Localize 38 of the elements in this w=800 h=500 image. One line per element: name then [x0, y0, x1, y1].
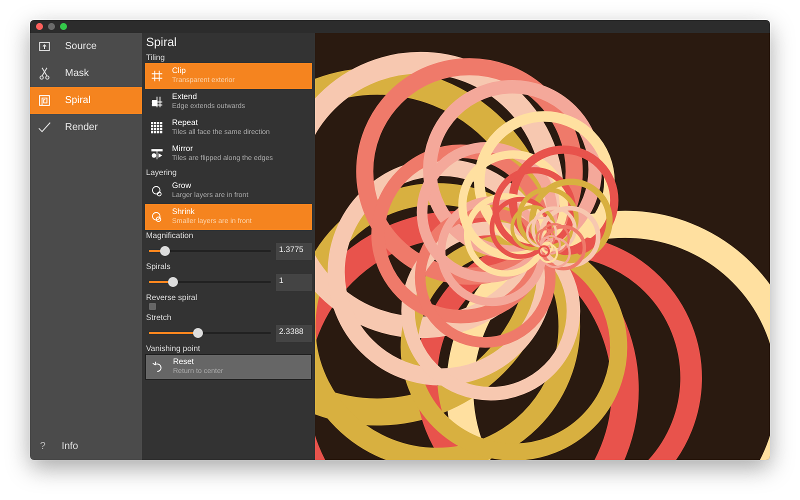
scissors-icon: [38, 67, 51, 80]
zoom-button[interactable]: [60, 23, 67, 30]
option-title: Repeat: [172, 118, 199, 128]
control-label: Spirals: [146, 262, 172, 271]
section-heading: Tiling: [146, 53, 166, 62]
dot-grid-icon: [151, 122, 163, 134]
option-title: Extend: [172, 92, 198, 102]
spiral-icon: [38, 94, 51, 107]
option-title: Clip: [172, 66, 187, 76]
help-icon[interactable]: ?: [40, 441, 46, 452]
circles-icon: [151, 211, 163, 223]
section-heading: Layering: [146, 168, 178, 177]
sidebar-item[interactable]: Mask: [30, 60, 142, 87]
minimize-button[interactable]: [48, 23, 55, 30]
control-label: Reverse spiral: [146, 293, 198, 302]
grid-square-icon: [151, 96, 163, 108]
circles-icon: [151, 185, 163, 197]
option-title: Grow: [172, 181, 192, 191]
checkbox[interactable]: [149, 303, 156, 310]
option-title: Mirror: [172, 144, 194, 154]
value-field[interactable]: 1.3775: [276, 242, 312, 260]
checkmark-icon: [38, 121, 51, 134]
section-heading: Vanishing point: [146, 344, 202, 353]
button-title: Reset: [173, 357, 195, 367]
mirror-icon: [151, 148, 163, 160]
grid-icon: [151, 70, 163, 82]
info-label[interactable]: Info: [62, 441, 78, 452]
sidebar-item[interactable]: Source: [30, 33, 142, 60]
value-field[interactable]: 2.3388: [276, 324, 312, 342]
control-label: Magnification: [146, 231, 194, 240]
control-label: Stretch: [146, 313, 172, 322]
upload-icon: [38, 40, 51, 53]
panel-title: Spiral: [146, 34, 178, 51]
undo-arrow-icon: [152, 361, 164, 373]
option-title: Shrink: [172, 207, 196, 217]
value-field[interactable]: 1: [276, 274, 312, 290]
close-button[interactable]: [36, 23, 43, 30]
sidebar-item[interactable]: Render: [30, 114, 142, 141]
